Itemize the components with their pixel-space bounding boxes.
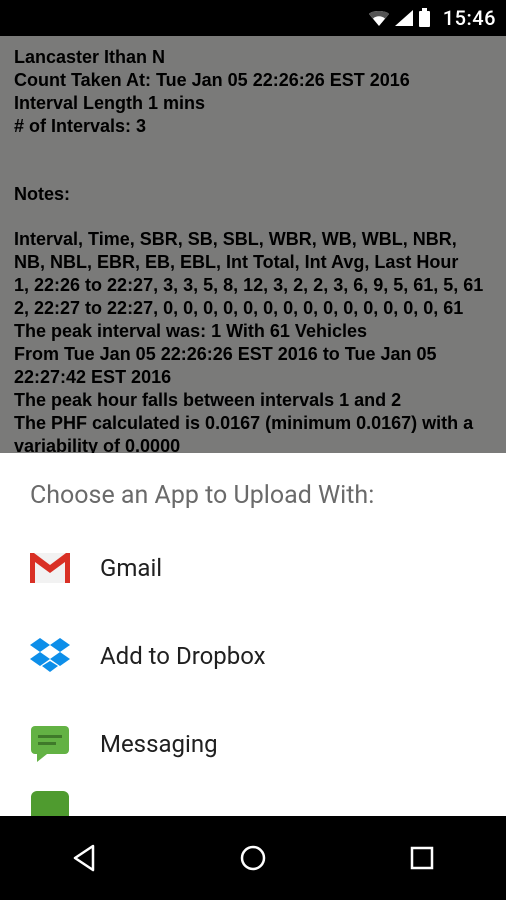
dropbox-icon xyxy=(30,636,70,676)
report-text: Lancaster Ithan N Count Taken At: Tue Ja… xyxy=(0,36,506,515)
share-sheet-title: Choose an App to Upload With: xyxy=(0,481,506,524)
notes-label: Notes: xyxy=(14,183,492,206)
share-option-messaging[interactable]: Messaging xyxy=(0,700,506,788)
report-line: The PHF calculated is 0.0167 (minimum 0.… xyxy=(14,412,492,458)
report-line: Interval Length 1 mins xyxy=(14,92,492,115)
report-line: # of Intervals: 3 xyxy=(14,115,492,138)
back-button[interactable] xyxy=(54,828,114,888)
share-sheet: Choose an App to Upload With: Gmail xyxy=(0,453,506,816)
report-line: The peak hour falls between intervals 1 … xyxy=(14,389,492,412)
report-line: 1, 22:26 to 22:27, 3, 3, 5, 8, 12, 3, 2,… xyxy=(14,274,492,297)
signal-icon xyxy=(394,9,414,27)
report-line: The peak interval was: 1 With 61 Vehicle… xyxy=(14,320,492,343)
report-line: 2, 22:27 to 22:27, 0, 0, 0, 0, 0, 0, 0, … xyxy=(14,297,492,320)
nav-bar xyxy=(0,816,506,900)
battery-icon xyxy=(418,8,431,28)
share-option-gmail[interactable]: Gmail xyxy=(0,524,506,612)
clock-text: 15:46 xyxy=(443,6,496,30)
report-line: From Tue Jan 05 22:26:26 EST 2016 to Tue… xyxy=(14,343,492,389)
report-line: Lancaster Ithan N xyxy=(14,46,492,69)
gmail-icon xyxy=(30,548,70,588)
messaging-icon xyxy=(30,724,70,764)
home-button[interactable] xyxy=(223,828,283,888)
status-bar: 15:46 xyxy=(0,0,506,36)
share-option-partial[interactable] xyxy=(0,788,506,816)
report-line: Interval, Time, SBR, SB, SBL, WBR, WB, W… xyxy=(14,228,492,274)
share-option-label: Add to Dropbox xyxy=(100,642,266,670)
share-option-label: Gmail xyxy=(100,554,162,582)
share-sheet-list: Gmail Add to Dropbox xyxy=(0,524,506,816)
share-option-dropbox[interactable]: Add to Dropbox xyxy=(0,612,506,700)
report-line: Count Taken At: Tue Jan 05 22:26:26 EST … xyxy=(14,69,492,92)
share-option-label: Messaging xyxy=(100,730,218,758)
wifi-icon xyxy=(368,9,390,27)
app-icon xyxy=(30,788,70,816)
recent-apps-button[interactable] xyxy=(392,828,452,888)
